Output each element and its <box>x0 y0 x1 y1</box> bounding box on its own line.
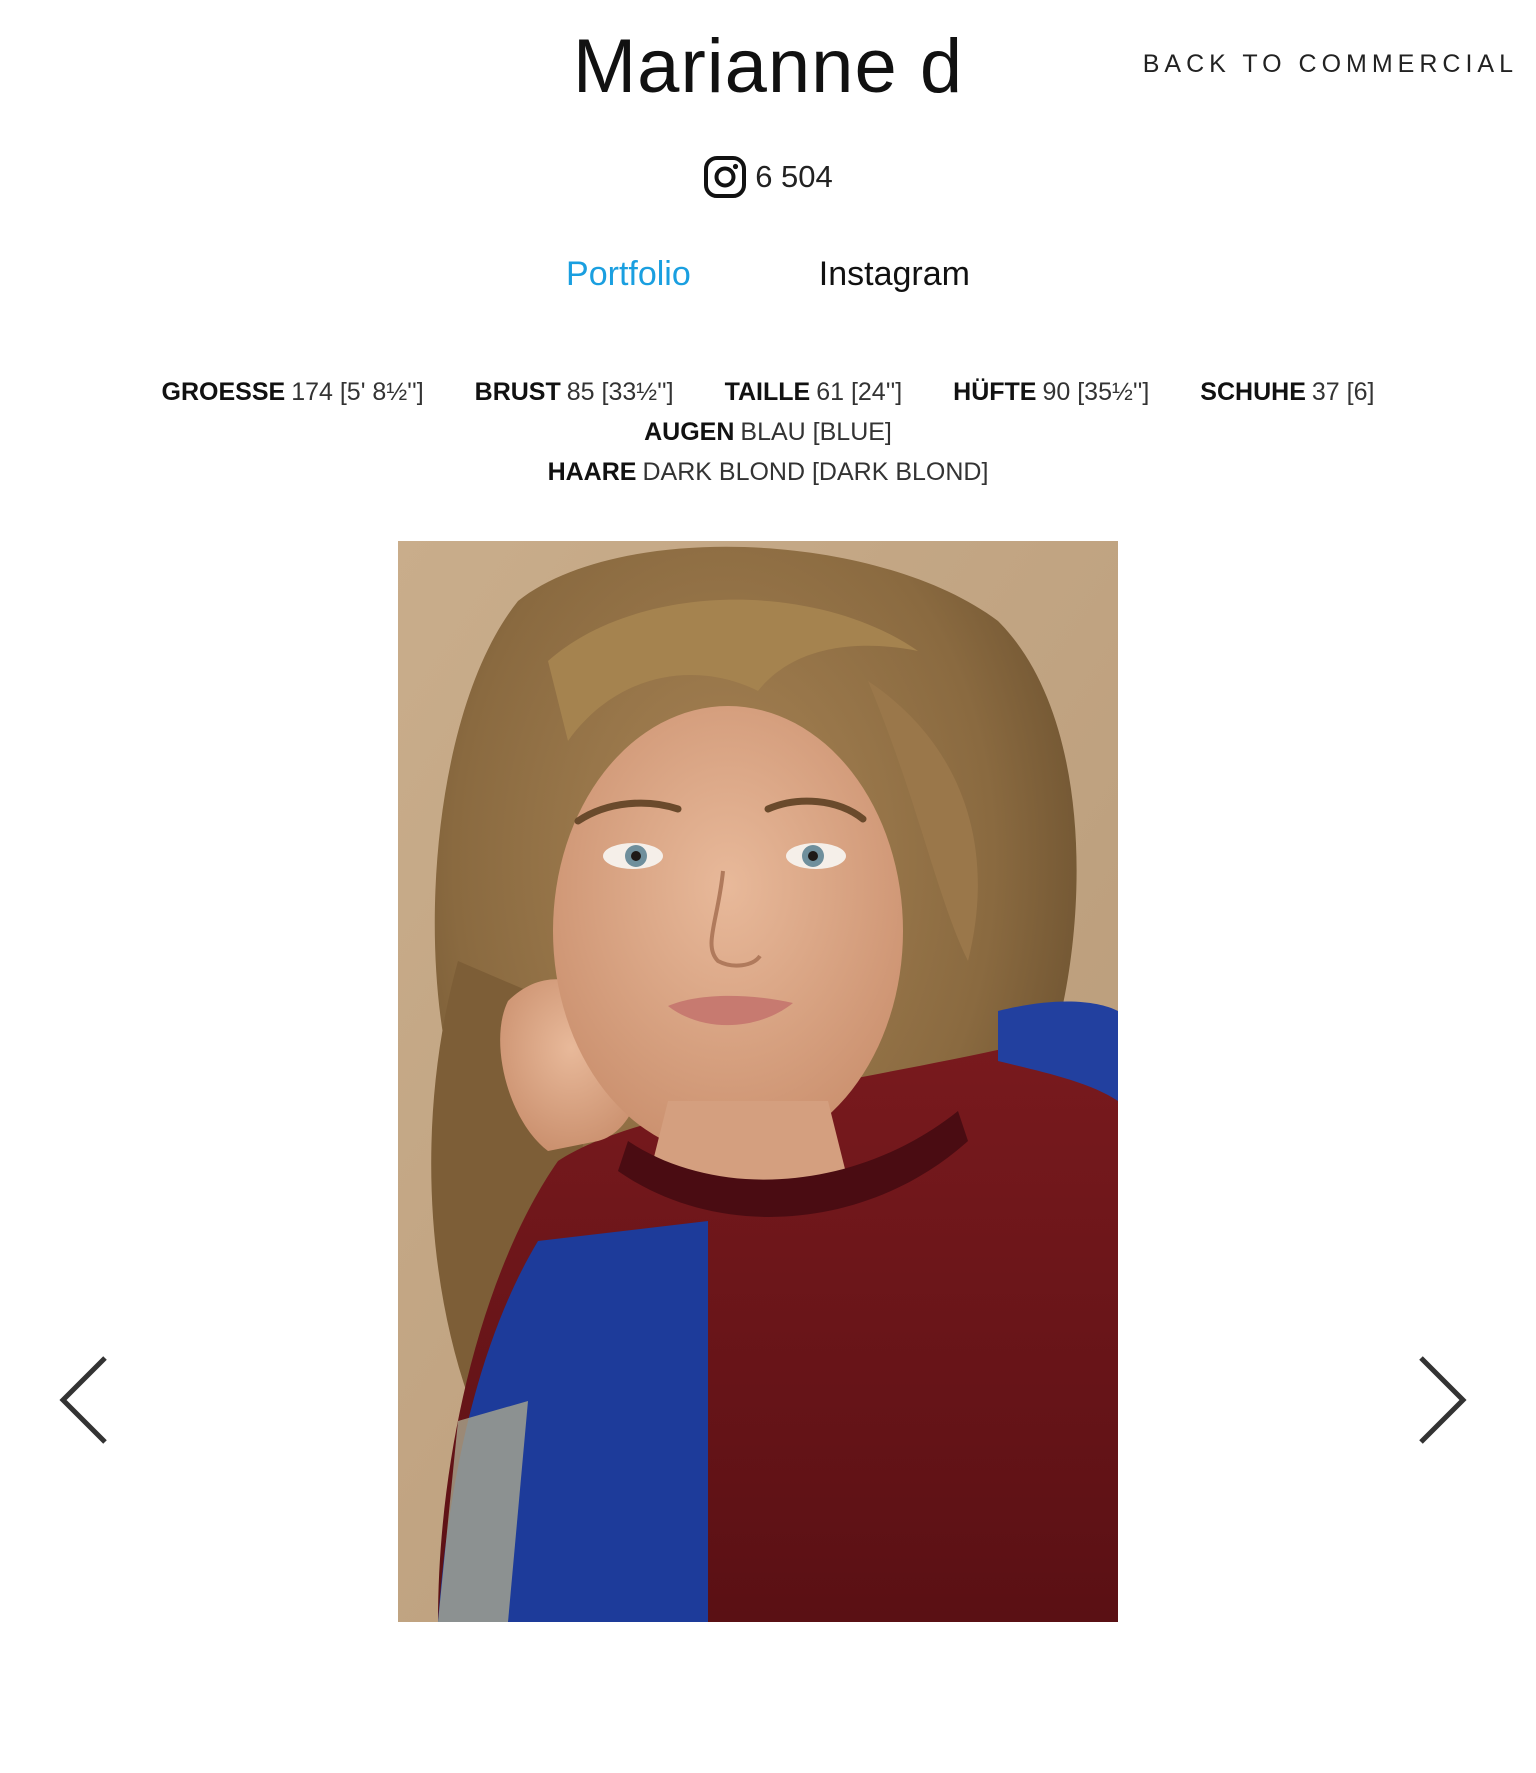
tab-instagram[interactable]: Instagram <box>819 255 970 294</box>
measurements: GROESSE 174 [5' 8½''] BRUST 85 [33½''] TAI… <box>0 372 1536 492</box>
measurement-eyes: AUGEN BLAU [BLUE] <box>644 412 892 452</box>
instagram-icon[interactable] <box>703 155 747 199</box>
measurement-hips: HÜFTE 90 [35½''] <box>953 372 1149 412</box>
measurement-waist: TAILLE 61 [24''] <box>725 372 903 412</box>
measurement-label: TAILLE <box>724 378 811 406</box>
measurement-label: SCHUHE <box>1200 378 1306 406</box>
chevron-left-icon <box>59 1356 107 1444</box>
portfolio-tabs: Portfolio Instagram <box>0 255 1536 294</box>
measurement-value: BLAU [BLUE] <box>740 418 892 446</box>
measurement-label: GROESSE <box>161 378 286 406</box>
measurement-shoes: SCHUHE 37 [6] <box>1200 372 1374 412</box>
back-to-commercial-link[interactable]: BACK TO COMMERCIAL <box>1143 50 1518 79</box>
measurement-height: GROESSE 174 [5' 8½''] <box>162 372 424 412</box>
instagram-follower-count: 6 504 <box>755 159 833 194</box>
measurement-bust: BRUST 85 [33½''] <box>475 372 674 412</box>
measurement-value: 85 [33½''] <box>566 378 674 406</box>
chevron-right-icon <box>1419 1356 1467 1444</box>
measurement-label: BRUST <box>474 378 561 406</box>
measurement-label: HÜFTE <box>953 378 1037 406</box>
measurement-label: AUGEN <box>644 418 735 446</box>
next-photo-button[interactable] <box>1411 1350 1471 1450</box>
previous-photo-button[interactable] <box>55 1350 115 1450</box>
portfolio-photo[interactable] <box>398 541 1118 1622</box>
measurement-label: HAARE <box>547 458 637 486</box>
measurement-value: 37 [6] <box>1311 378 1375 406</box>
measurement-value: 90 [35½''] <box>1042 378 1150 406</box>
instagram-stats: 6 504 <box>0 155 1536 199</box>
portrait-image <box>398 541 1118 1622</box>
measurement-value: 61 [24''] <box>816 378 903 406</box>
measurement-value: 174 [5' 8½''] <box>291 378 424 406</box>
tab-portfolio[interactable]: Portfolio <box>566 255 691 294</box>
measurement-hair: HAARE DARK BLOND [DARK BLOND] <box>548 452 989 492</box>
measurement-value: DARK BLOND [DARK BLOND] <box>642 458 989 486</box>
